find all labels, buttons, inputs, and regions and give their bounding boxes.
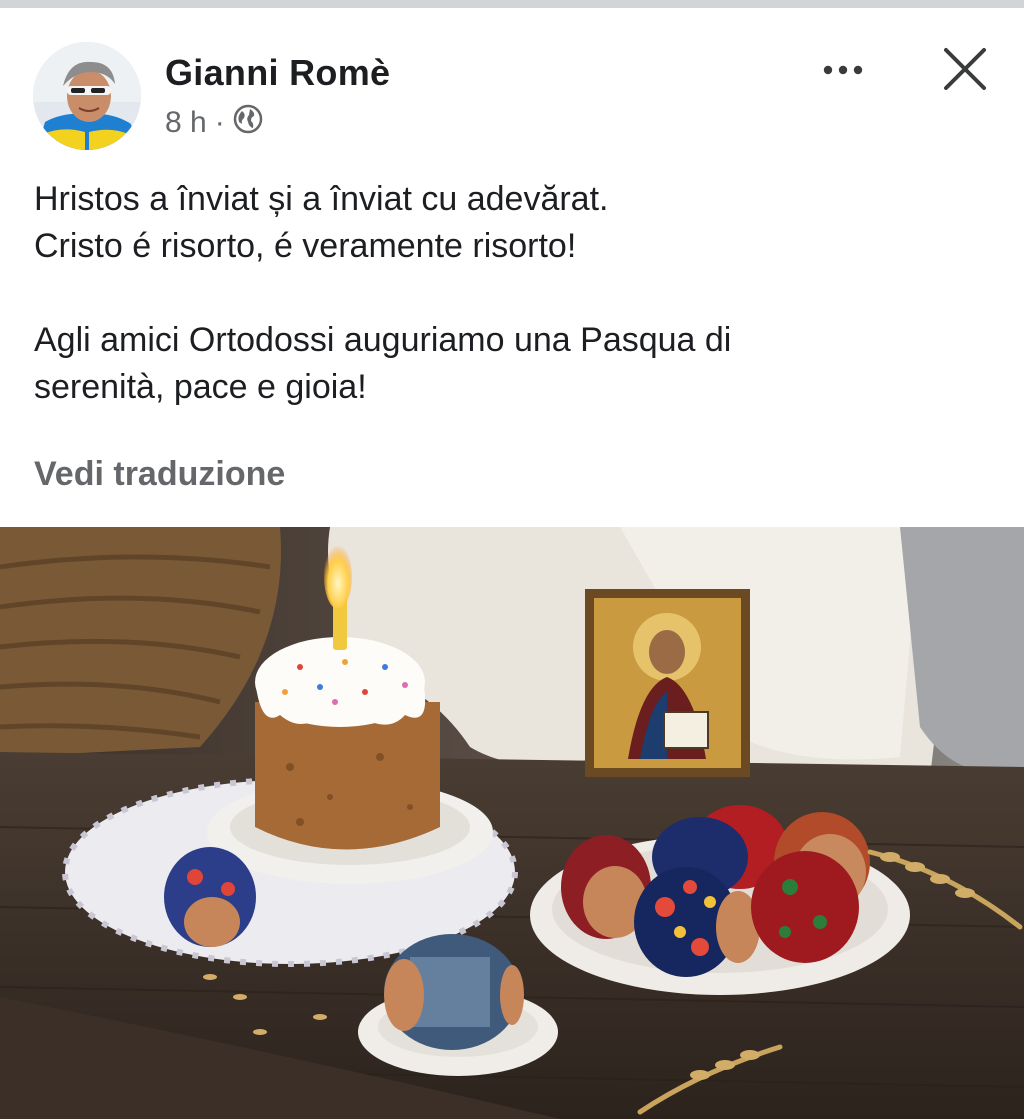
globe-icon[interactable] [233, 104, 263, 142]
message-paragraph-1: Hristos a înviat și a înviat cu adevărat… [34, 176, 994, 270]
avatar-photo [33, 42, 141, 150]
more-options-button[interactable] [818, 55, 870, 85]
post-message: Hristos a înviat și a înviat cu adevărat… [34, 176, 994, 411]
post-photo[interactable] [0, 527, 1024, 1119]
top-divider-bar [0, 0, 1024, 8]
post-time[interactable]: 8 h [165, 106, 207, 140]
meta-separator: · [214, 106, 225, 139]
message-paragraph-2: Agli amici Ortodossi auguriamo una Pasqu… [34, 317, 994, 411]
close-icon [944, 48, 986, 90]
author-name[interactable]: Gianni Romè [165, 52, 390, 94]
easter-still-life-photo [0, 527, 1024, 1119]
author-avatar[interactable] [33, 42, 141, 150]
message-line: Cristo é risorto, é veramente risorto! [34, 227, 577, 265]
close-button[interactable] [940, 44, 990, 94]
post-meta: 8 h · [165, 104, 263, 142]
see-translation-link[interactable]: Vedi traduzione [34, 455, 285, 494]
message-line: Hristos a înviat și a înviat cu adevărat… [34, 180, 609, 218]
message-line: serenità, pace e gioia! [34, 368, 367, 406]
message-line: Agli amici Ortodossi auguriamo una Pasqu… [34, 321, 732, 359]
more-options-icon [823, 65, 863, 75]
